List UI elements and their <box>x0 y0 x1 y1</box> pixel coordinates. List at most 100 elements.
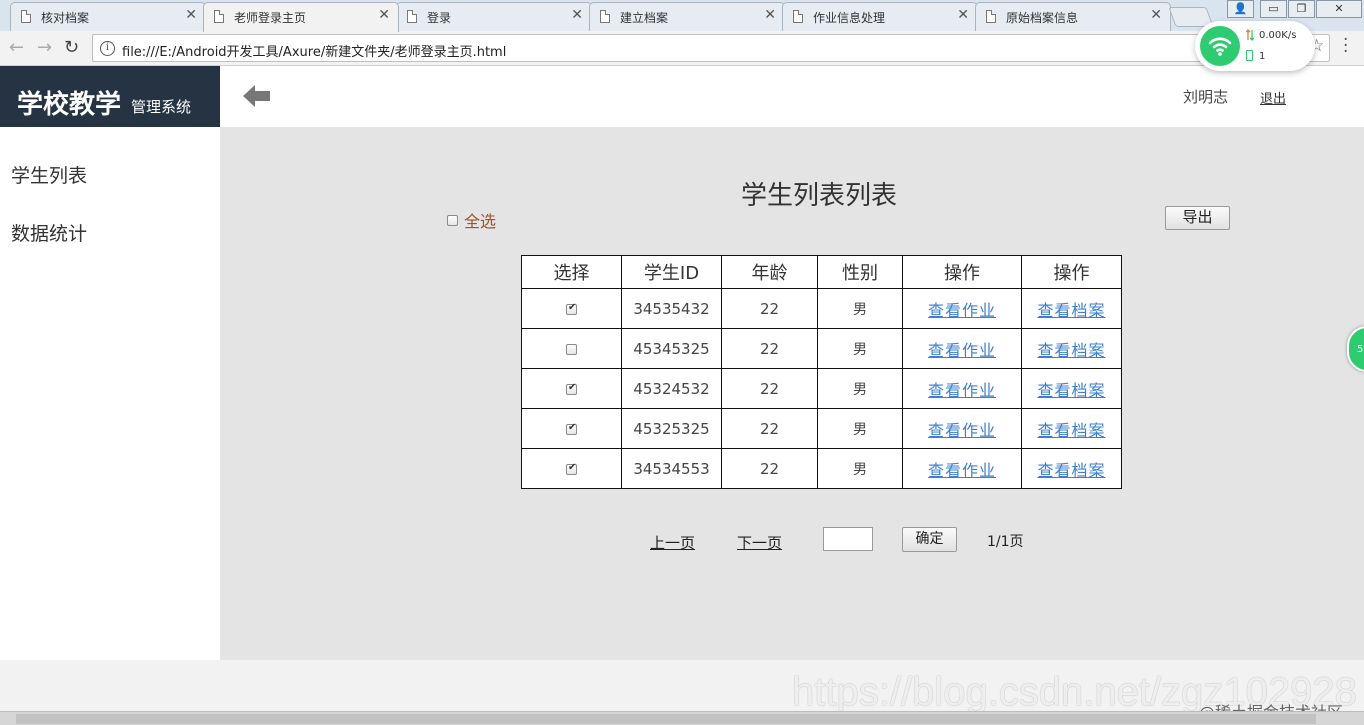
logo-sub-text: 管理系统 <box>131 98 192 116</box>
select-all[interactable]: 全选 <box>447 208 496 232</box>
gender: 男 <box>817 368 903 409</box>
view-homework-link[interactable]: 查看作业 <box>928 301 996 320</box>
wifi-speed: 0.00K/s <box>1259 30 1297 41</box>
gender: 男 <box>817 448 903 489</box>
logout-link[interactable]: 退出 <box>1260 88 1286 107</box>
logo: 学校教学 管理系统 <box>0 66 220 127</box>
scrollbar-thumb[interactable] <box>16 714 1316 724</box>
minimize-button[interactable]: ▭ <box>1260 0 1287 18</box>
tab-denglu[interactable]: 登录 ✕ <box>396 2 592 31</box>
horizontal-scrollbar[interactable] <box>0 711 1364 725</box>
close-icon[interactable]: ✕ <box>1150 7 1162 23</box>
select-cell <box>521 328 622 369</box>
tab-hedui-dangan[interactable]: 核对档案 ✕ <box>10 2 206 31</box>
user-name: 刘明志 <box>1183 88 1229 106</box>
tab-jianli-dangan[interactable]: 建立档案 ✕ <box>589 2 785 31</box>
forward-nav-icon[interactable]: → <box>37 37 52 58</box>
column-header: 操作 <box>1021 255 1122 289</box>
document-icon <box>21 10 31 23</box>
view-archive-link[interactable]: 查看档案 <box>1037 341 1105 360</box>
user-profile-button[interactable]: 👤 <box>1227 0 1254 18</box>
tab-zuoye-xinxi[interactable]: 作业信息处理 ✕ <box>782 2 978 31</box>
select-all-label: 全选 <box>464 212 497 231</box>
next-page-link[interactable]: 下一页 <box>737 532 782 553</box>
age: 22 <box>721 408 818 449</box>
gender: 男 <box>817 288 903 329</box>
table-row: 34534553 22 男 查看作业 查看档案 <box>521 448 1122 489</box>
row-checkbox[interactable] <box>566 382 577 395</box>
row-checkbox[interactable] <box>566 343 577 355</box>
row-checkbox[interactable] <box>566 422 577 435</box>
table-row: 45325325 22 男 查看作业 查看档案 <box>521 408 1122 449</box>
sidebar-item-statistics[interactable]: 数据统计 <box>11 219 87 246</box>
action-cell: 查看作业 <box>902 288 1022 329</box>
action-cell: 查看档案 <box>1021 328 1122 369</box>
gender: 男 <box>817 328 903 369</box>
wifi-icon <box>1200 26 1240 66</box>
view-archive-link[interactable]: 查看档案 <box>1037 381 1105 400</box>
action-cell: 查看作业 <box>902 448 1022 489</box>
select-cell <box>521 408 622 449</box>
sidebar-item-student-list[interactable]: 学生列表 <box>11 161 87 188</box>
wifi-device-count: 1 <box>1259 51 1266 62</box>
export-button[interactable]: 导出 <box>1165 206 1230 230</box>
url-input[interactable]: i file:///E:/Android开发工具/Axure/新建文件夹/老师登… <box>92 34 1330 62</box>
main-content: 学生列表列表 全选 导出 选择 学生ID 年龄 性别 操作 操作 3453543… <box>220 127 1364 660</box>
gender: 男 <box>817 408 903 449</box>
browser-tabstrip: 核对档案 ✕ 老师登录主页 ✕ 登录 ✕ 建立档案 ✕ 作业信息处理 ✕ 原始档… <box>0 0 1364 32</box>
student-id: 34534553 <box>621 448 722 489</box>
back-arrow-icon[interactable] <box>243 85 270 107</box>
view-homework-link[interactable]: 查看作业 <box>928 421 996 440</box>
tab-laoshi-denglu-zhuye[interactable]: 老师登录主页 ✕ <box>203 2 399 32</box>
table-header-row: 选择 学生ID 年龄 性别 操作 操作 <box>521 255 1122 289</box>
select-all-checkbox[interactable] <box>447 215 458 226</box>
tab-title: 建立档案 <box>620 11 669 25</box>
action-cell: 查看档案 <box>1021 448 1122 489</box>
close-icon[interactable]: ✕ <box>378 7 390 23</box>
document-icon <box>600 10 610 23</box>
column-header: 学生ID <box>621 255 722 289</box>
close-icon[interactable]: ✕ <box>764 7 776 23</box>
table-row: 34535432 22 男 查看作业 查看档案 <box>521 288 1122 329</box>
select-cell <box>521 288 622 329</box>
prev-page-link[interactable]: 上一页 <box>650 532 695 553</box>
close-icon[interactable]: ✕ <box>571 7 583 23</box>
close-window-button[interactable]: ✕ <box>1316 0 1362 18</box>
view-homework-link[interactable]: 查看作业 <box>928 381 996 400</box>
view-homework-link[interactable]: 查看作业 <box>928 341 996 360</box>
page-number-input[interactable] <box>823 527 873 551</box>
student-id: 34535432 <box>621 288 722 329</box>
action-cell: 查看档案 <box>1021 288 1122 329</box>
document-icon <box>986 10 996 23</box>
student-id: 45325325 <box>621 408 722 449</box>
student-table: 选择 学生ID 年龄 性别 操作 操作 34535432 22 男 查看作业 查… <box>521 255 1122 489</box>
confirm-button[interactable]: 确定 <box>902 527 957 552</box>
app-header: 刘明志 退出 <box>220 66 1364 127</box>
wifi-widget[interactable]: 0.00K/s 1 <box>1195 21 1315 71</box>
action-cell: 查看作业 <box>902 368 1022 409</box>
back-nav-icon[interactable]: ← <box>9 37 24 58</box>
url-text[interactable]: file:///E:/Android开发工具/Axure/新建文件夹/老师登录主… <box>122 41 506 60</box>
address-bar: ← → ↻ i file:///E:/Android开发工具/Axure/新建文… <box>0 31 1364 66</box>
tab-yuanshi-dangan[interactable]: 原始档案信息 ✕ <box>975 2 1171 31</box>
reload-icon[interactable]: ↻ <box>64 37 79 58</box>
tab-title: 老师登录主页 <box>234 11 307 25</box>
close-icon[interactable]: ✕ <box>957 7 969 23</box>
select-cell <box>521 368 622 409</box>
browser-menu-icon[interactable]: · · · <box>1343 32 1348 61</box>
age: 22 <box>721 368 818 409</box>
info-icon[interactable]: i <box>100 41 115 56</box>
row-checkbox[interactable] <box>566 302 577 315</box>
select-cell <box>521 448 622 489</box>
view-archive-link[interactable]: 查看档案 <box>1037 421 1105 440</box>
action-cell: 查看作业 <box>902 328 1022 369</box>
close-icon[interactable]: ✕ <box>185 7 197 23</box>
view-archive-link[interactable]: 查看档案 <box>1037 301 1105 320</box>
maximize-button[interactable]: ❐ <box>1288 0 1315 18</box>
column-header: 性别 <box>817 255 903 289</box>
view-archive-link[interactable]: 查看档案 <box>1037 461 1105 480</box>
age: 22 <box>721 448 818 489</box>
tab-title: 登录 <box>427 11 452 25</box>
view-homework-link[interactable]: 查看作业 <box>928 461 996 480</box>
row-checkbox[interactable] <box>566 462 577 475</box>
